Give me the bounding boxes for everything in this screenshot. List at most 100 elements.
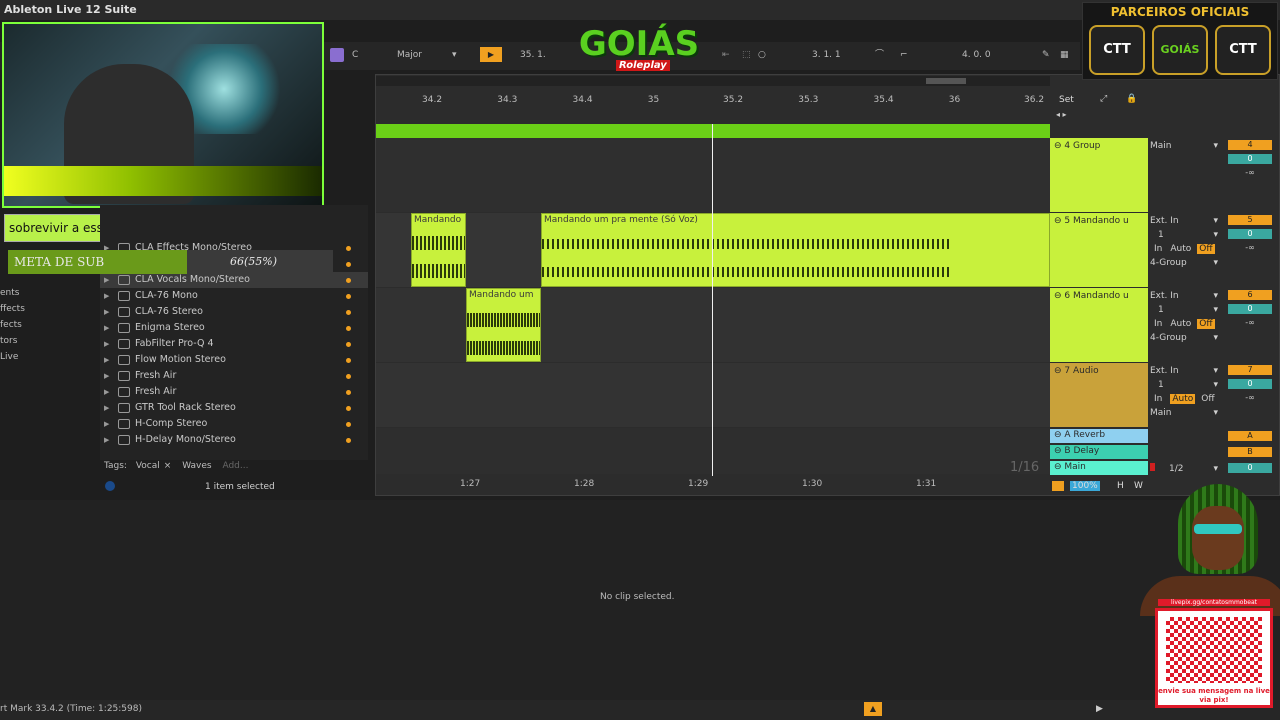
mixer-w-button[interactable]: W xyxy=(1134,481,1143,491)
monitor-in-button[interactable]: In xyxy=(1154,394,1162,404)
tag-add[interactable]: Add... xyxy=(222,461,248,471)
favorite-dot-icon[interactable] xyxy=(346,326,351,331)
dropdown-icon[interactable]: ▾ xyxy=(1213,462,1218,476)
expand-arrow-icon[interactable]: ▶ xyxy=(104,384,109,400)
draw-mode-icon[interactable]: ✎ xyxy=(1042,47,1050,63)
favorite-dot-icon[interactable] xyxy=(346,278,351,283)
zoom-level[interactable]: 100% xyxy=(1070,481,1100,491)
favorite-dot-icon[interactable] xyxy=(346,374,351,379)
lock-icon[interactable]: 🔒 xyxy=(1126,94,1137,104)
track-header-group[interactable]: ⊖ 4 Group xyxy=(1050,138,1148,212)
playhead[interactable] xyxy=(712,124,713,476)
dropdown-icon[interactable]: ▾ xyxy=(1213,331,1218,345)
track-number-6[interactable]: 6 xyxy=(1228,290,1272,300)
follow-button[interactable]: ▶ xyxy=(480,47,502,62)
loop-icon[interactable]: ⬚ xyxy=(742,47,751,63)
expand-arrow-icon[interactable]: ▶ xyxy=(104,320,109,336)
output-select[interactable]: 4-Group xyxy=(1150,258,1187,268)
input-type-select[interactable]: Ext. In xyxy=(1150,216,1179,226)
track-activator-icon[interactable]: ⊖ xyxy=(1054,216,1064,226)
audio-clip[interactable]: Mandando um xyxy=(466,288,541,362)
audio-clip[interactable]: Mandando xyxy=(411,213,466,287)
track-volume[interactable]: 0 xyxy=(1228,154,1272,164)
tag-waves[interactable]: Waves xyxy=(182,461,211,471)
input-channel-select[interactable]: 1 xyxy=(1158,230,1164,240)
grid-setting[interactable]: 1/16 xyxy=(1010,460,1039,475)
scale-toggle[interactable] xyxy=(330,48,344,62)
track-activator-icon[interactable]: ⊖ xyxy=(1054,366,1064,376)
track-number-5[interactable]: 5 xyxy=(1228,215,1272,225)
browser-item[interactable]: ▶ FabFilter Pro-Q 4 xyxy=(100,336,368,352)
mixer-h-button[interactable]: H xyxy=(1117,481,1124,491)
audio-clip[interactable]: Mandando um pra mente (Só Voz) xyxy=(541,213,1050,287)
return-header-delay[interactable]: ⊖ B Delay xyxy=(1050,445,1148,459)
zoom-icon[interactable] xyxy=(1052,481,1064,491)
browser-item[interactable]: ▶ CLA Vocals Mono/Stereo xyxy=(100,272,368,288)
favorite-dot-icon[interactable] xyxy=(346,310,351,315)
favorite-dot-icon[interactable] xyxy=(346,438,351,443)
browser-item[interactable]: ▶ GTR Tool Rack Stereo xyxy=(100,400,368,416)
favorite-dot-icon[interactable] xyxy=(346,246,351,251)
browser-info-icon[interactable] xyxy=(105,481,115,491)
waveform-overview[interactable] xyxy=(376,124,1050,138)
return-letter-a[interactable]: A xyxy=(1228,431,1272,441)
key-selector[interactable]: C xyxy=(352,47,358,63)
expand-arrow-icon[interactable]: ▶ xyxy=(104,400,109,416)
scroll-thumb[interactable] xyxy=(926,78,966,84)
input-channel-select[interactable]: 1 xyxy=(1158,305,1164,315)
dropdown-icon[interactable]: ▾ xyxy=(1213,303,1218,317)
favorite-dot-icon[interactable] xyxy=(346,342,351,347)
favorite-dot-icon[interactable] xyxy=(346,390,351,395)
return-activator-icon[interactable]: ⊖ xyxy=(1054,430,1064,440)
track-pan[interactable]: -∞ xyxy=(1228,168,1272,178)
track-volume[interactable]: 0 xyxy=(1228,379,1272,389)
track-header-5[interactable]: ⊖ 5 Mandando u xyxy=(1050,213,1148,287)
return-activator-icon[interactable]: ⊖ xyxy=(1054,446,1064,456)
output-select[interactable]: Main xyxy=(1150,408,1172,418)
browser-item[interactable]: ▶ Fresh Air xyxy=(100,384,368,400)
browser-item[interactable]: ▶ CLA-76 Mono xyxy=(100,288,368,304)
monitor-off-button[interactable]: Off xyxy=(1197,244,1215,254)
arrangement-scroller[interactable] xyxy=(376,76,1050,86)
track-fold-icon[interactable]: ⊖ xyxy=(1054,141,1064,151)
favorite-dot-icon[interactable] xyxy=(346,406,351,411)
browser-category[interactable]: ffects xyxy=(0,304,25,314)
favorite-dot-icon[interactable] xyxy=(346,422,351,427)
browser-item[interactable]: ▶ Flow Motion Stereo xyxy=(100,352,368,368)
dropdown-icon[interactable]: ▾ xyxy=(1213,214,1218,228)
keyboard-icon[interactable]: ▦ xyxy=(1060,47,1069,63)
browser-item[interactable]: ▶ Enigma Stereo xyxy=(100,320,368,336)
main-header[interactable]: ⊖ Main xyxy=(1050,461,1148,475)
browser-item[interactable]: ▶ CLA-76 Stereo xyxy=(100,304,368,320)
monitor-off-button[interactable]: Off xyxy=(1201,394,1214,404)
expand-arrow-icon[interactable]: ▶ xyxy=(104,352,109,368)
browser-category[interactable]: fects xyxy=(0,320,22,330)
track-header-7[interactable]: ⊖ 7 Audio xyxy=(1050,363,1148,427)
beat-ruler[interactable]: 34.2 34.3 34.4 35 35.2 35.3 35.4 36 36.2 xyxy=(376,92,1050,108)
main-activator-icon[interactable]: ⊖ xyxy=(1054,462,1064,472)
expand-arrow-icon[interactable]: ▶ xyxy=(104,288,109,304)
group-routing[interactable]: Main ▾ xyxy=(1150,139,1222,153)
output-select[interactable]: Main xyxy=(1150,141,1172,151)
main-volume[interactable]: 0 xyxy=(1228,463,1272,473)
expand-arrow-icon[interactable]: ▶ xyxy=(104,416,109,432)
track-pan[interactable]: -∞ xyxy=(1228,393,1272,403)
monitor-in-button[interactable]: In xyxy=(1154,319,1162,329)
scale-dropdown-icon[interactable]: ▾ xyxy=(452,47,457,63)
track-pan[interactable]: -∞ xyxy=(1228,318,1272,328)
scale-selector[interactable]: Major xyxy=(397,47,422,63)
track-volume[interactable]: 0 xyxy=(1228,229,1272,239)
monitor-auto-button[interactable]: Auto xyxy=(1170,244,1191,254)
expand-icon[interactable]: ⤢ xyxy=(1100,94,1107,104)
input-channel-select[interactable]: 1 xyxy=(1158,380,1164,390)
track-number-7[interactable]: 7 xyxy=(1228,365,1272,375)
monitor-auto-button[interactable]: Auto xyxy=(1170,319,1191,329)
dropdown-icon[interactable]: ▾ xyxy=(1213,378,1218,392)
tag-vocal[interactable]: Vocal xyxy=(136,461,160,471)
loop-length[interactable]: 4. 0. 0 xyxy=(962,47,991,63)
nav-arrows-icon[interactable]: ◂ ▸ xyxy=(1056,110,1067,119)
track-number-4[interactable]: 4 xyxy=(1228,140,1272,150)
browser-category[interactable]: tors xyxy=(0,336,17,346)
track-activator-icon[interactable]: ⊖ xyxy=(1054,291,1064,301)
main-output-select[interactable]: 1/2 xyxy=(1169,464,1183,474)
